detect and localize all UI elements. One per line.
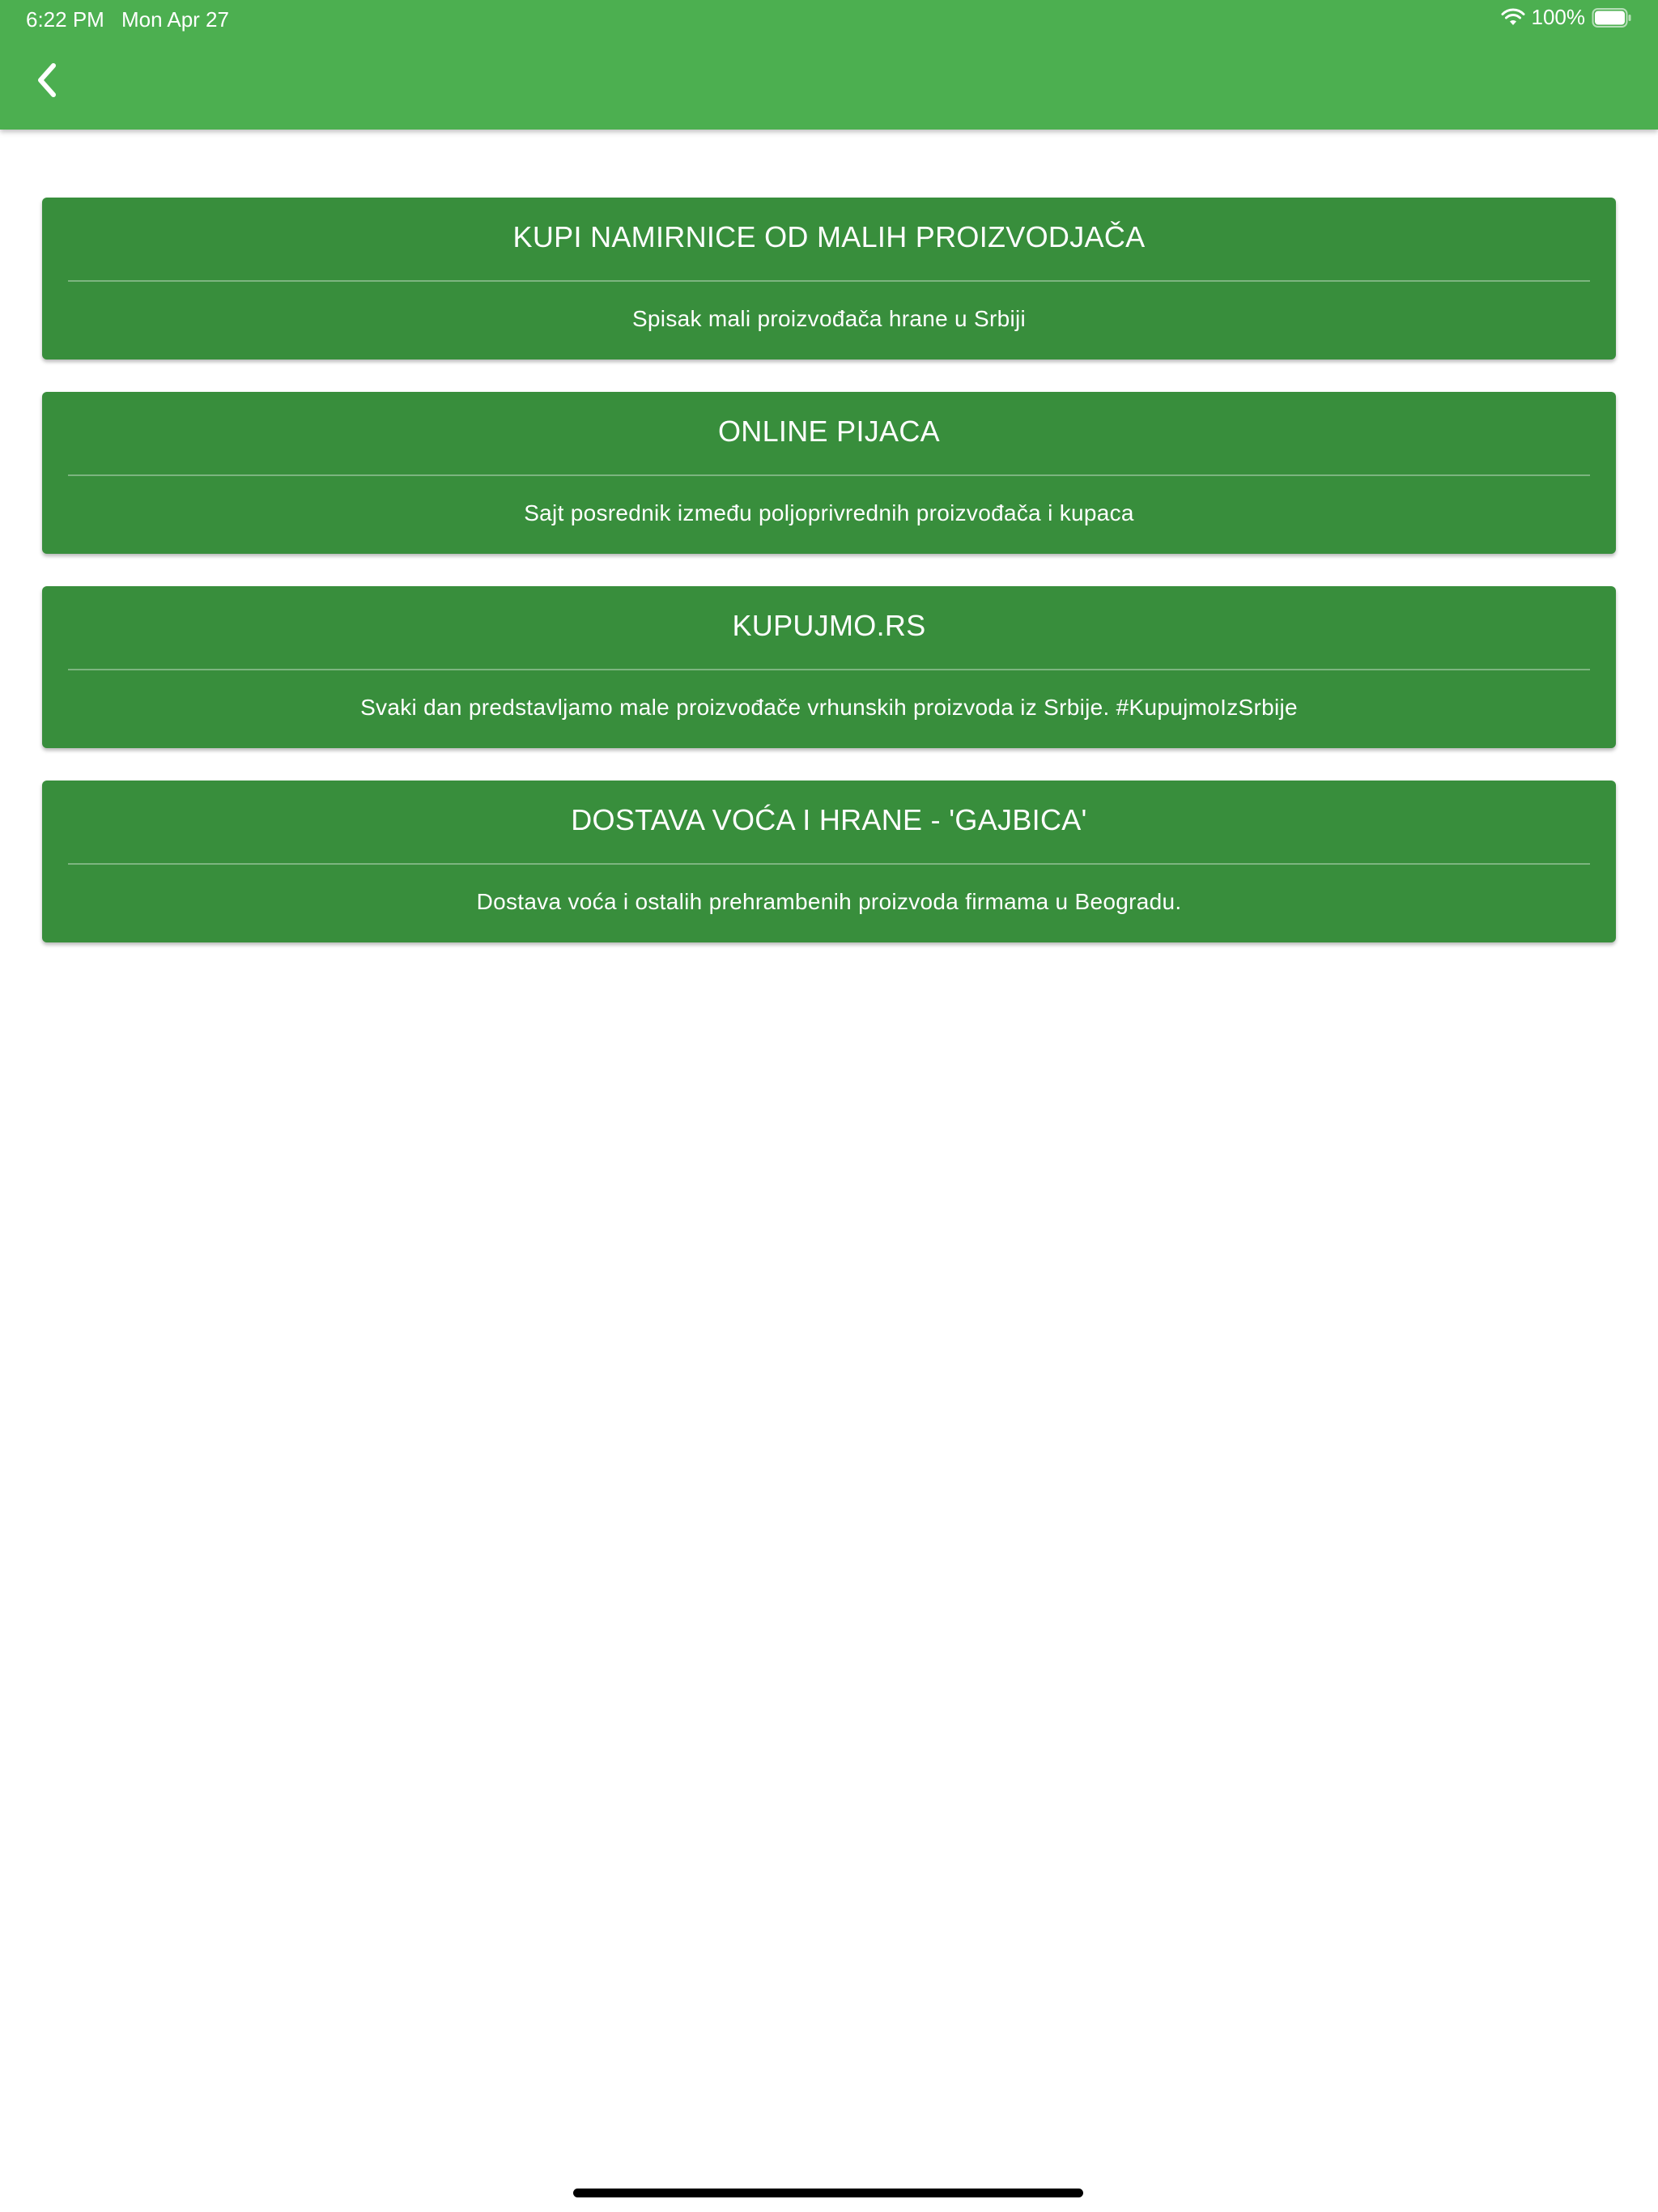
card-divider: [68, 669, 1590, 670]
back-button[interactable]: [18, 53, 74, 110]
card-subtitle: Spisak mali proizvođača hrane u Srbiji: [631, 306, 1027, 331]
list-card[interactable]: ONLINE PIJACA Sajt posrednik između polj…: [42, 392, 1616, 554]
card-title: KUPUJMO.RS: [732, 609, 926, 642]
app-bar: 6:22 PM Mon Apr 27 100%: [0, 0, 1658, 130]
card-subtitle: Svaki dan predstavljamo male proizvođače…: [360, 695, 1298, 720]
home-indicator[interactable]: [573, 2189, 1083, 2197]
card-subtitle: Dostava voća i ostalih prehrambenih proi…: [476, 889, 1182, 914]
card-title: DOSTAVA VOĆA I HRANE - 'GAJBICA': [571, 803, 1087, 836]
wifi-icon: [1501, 8, 1525, 28]
card-divider: [68, 474, 1590, 476]
status-date: Mon Apr 27: [121, 7, 229, 32]
status-bar: 6:22 PM Mon Apr 27 100%: [0, 0, 1658, 39]
battery-percentage: 100%: [1531, 5, 1586, 29]
battery-icon: [1592, 7, 1632, 28]
producer-list: KUPI NAMIRNICE OD MALIH PROIZVODJAČA Spi…: [42, 198, 1616, 975]
status-indicators: 100%: [1501, 5, 1633, 30]
card-title: KUPI NAMIRNICE OD MALIH PROIZVODJAČA: [512, 220, 1146, 253]
card-title: ONLINE PIJACA: [718, 415, 940, 448]
chevron-left-icon: [32, 61, 60, 104]
list-card[interactable]: DOSTAVA VOĆA I HRANE - 'GAJBICA' Dostava…: [42, 781, 1616, 942]
card-divider: [68, 863, 1590, 865]
list-card[interactable]: KUPI NAMIRNICE OD MALIH PROIZVODJAČA Spi…: [42, 198, 1616, 359]
list-card[interactable]: KUPUJMO.RS Svaki dan predstavljamo male …: [42, 586, 1616, 748]
card-subtitle: Sajt posrednik između poljoprivrednih pr…: [524, 500, 1134, 525]
status-time: 6:22 PM: [26, 7, 104, 32]
card-divider: [68, 280, 1590, 282]
